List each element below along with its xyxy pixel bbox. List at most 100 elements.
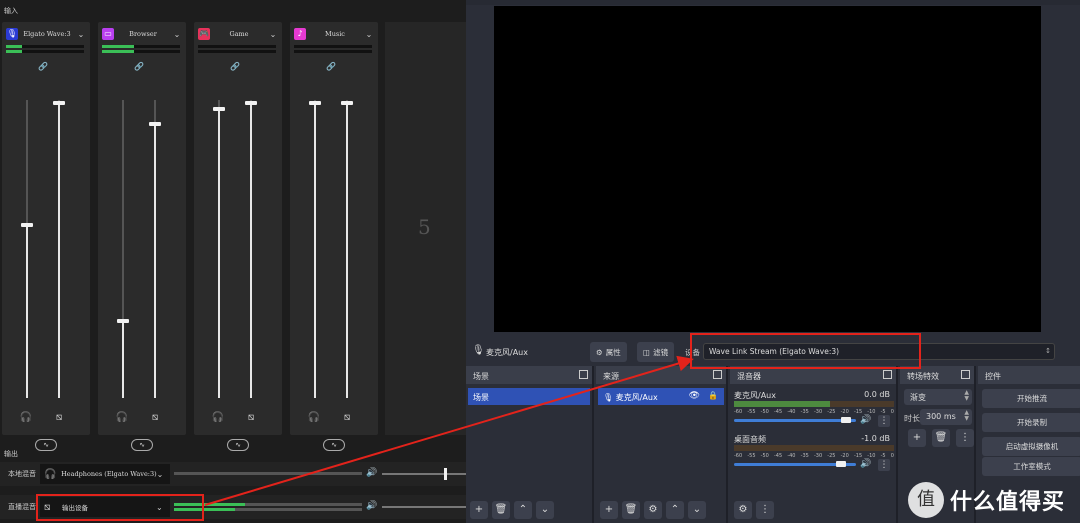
- output-volume-slider[interactable]: [382, 473, 466, 475]
- mixer-level-meter: [734, 401, 894, 407]
- start-streaming-button[interactable]: 开始推流: [982, 389, 1080, 408]
- stream-mix-fader[interactable]: [58, 100, 60, 398]
- start-recording-button[interactable]: 开始录制: [982, 413, 1080, 432]
- chevron-down-icon[interactable]: ⌄: [268, 30, 278, 39]
- chevron-down-icon[interactable]: ⌄: [364, 30, 374, 39]
- scenes-toolbar: + 🗑 ⌃ ⌄: [466, 497, 592, 523]
- channel-name: Elgato Wave:3: [23, 30, 71, 38]
- waveform-icon[interactable]: ∿: [323, 439, 345, 451]
- filters-button[interactable]: ◫ 滤镜: [637, 342, 675, 362]
- mixer-volume-slider[interactable]: [734, 419, 856, 422]
- more-icon[interactable]: ⋮: [878, 415, 890, 427]
- chevron-down-icon[interactable]: ⌄: [688, 501, 706, 519]
- add-icon[interactable]: +: [600, 501, 618, 519]
- headphones-icon[interactable]: 🎧: [211, 411, 225, 425]
- broadcast-icon[interactable]: ⧅: [244, 411, 258, 425]
- headphones-icon[interactable]: 🎧: [115, 411, 129, 425]
- empty-slot-number: 5: [418, 215, 431, 239]
- add-icon[interactable]: +: [908, 429, 926, 447]
- speaker-icon[interactable]: 🔊: [860, 459, 871, 469]
- fader-knob[interactable]: [245, 100, 257, 105]
- channel-header[interactable]: ▭ Browser ⌄: [102, 27, 182, 41]
- mixer-volume-knob[interactable]: [836, 461, 847, 467]
- chevron-up-icon[interactable]: ⌃: [514, 501, 532, 519]
- chevron-down-icon[interactable]: ⌄: [536, 501, 554, 519]
- waveform-icon[interactable]: ∿: [227, 439, 249, 451]
- browser-icon: ▭: [102, 28, 114, 40]
- preview-canvas[interactable]: [494, 6, 1041, 332]
- mixer-dock: 混音器 麦克风/Aux 0.0 dB -60 -55 -50 -45 -40 -35 -30…: [730, 366, 898, 523]
- popout-icon[interactable]: [961, 370, 970, 379]
- virtual-camera-button[interactable]: 启动虚拟摄像机: [982, 437, 1080, 456]
- broadcast-icon[interactable]: ⧅: [340, 411, 354, 425]
- link-icon[interactable]: 🔗: [133, 62, 145, 71]
- speaker-icon[interactable]: 🔊: [860, 415, 871, 425]
- output-volume-slider[interactable]: [382, 506, 466, 508]
- link-icon[interactable]: 🔗: [325, 62, 337, 71]
- mixer-volume-knob[interactable]: [841, 417, 852, 423]
- channel-header[interactable]: ♪ Music ⌄: [294, 27, 374, 41]
- more-icon[interactable]: ⋮: [956, 429, 974, 447]
- link-icon[interactable]: 🔗: [37, 62, 49, 71]
- add-icon[interactable]: +: [470, 501, 488, 519]
- output-volume-knob[interactable]: [444, 468, 447, 480]
- mixer-level-meter: [734, 445, 894, 451]
- stream-mix-fader[interactable]: [346, 100, 348, 398]
- settings-icon[interactable]: ⚙: [734, 501, 752, 519]
- chevron-down-icon[interactable]: ⌄: [76, 30, 86, 39]
- headphones-icon[interactable]: 🎧: [19, 411, 33, 425]
- popout-icon[interactable]: [883, 370, 892, 379]
- trash-icon[interactable]: 🗑: [492, 501, 510, 519]
- fader-knob[interactable]: [341, 100, 353, 105]
- fader-knob[interactable]: [149, 121, 161, 126]
- more-icon[interactable]: ⋮: [878, 459, 890, 471]
- monitor-mix-fader[interactable]: [314, 100, 316, 398]
- channel-header[interactable]: 🎙 Elgato Wave:3 ⌄: [6, 27, 86, 41]
- chevron-up-icon[interactable]: ⌃: [666, 501, 684, 519]
- monitor-mix-fader[interactable]: [26, 100, 28, 398]
- speaker-icon[interactable]: 🔊: [366, 501, 377, 511]
- lock-icon[interactable]: 🔒: [708, 391, 718, 400]
- monitor-mix-fader[interactable]: [122, 100, 124, 398]
- properties-button[interactable]: ⚙ 属性: [590, 342, 627, 362]
- fader-knob[interactable]: [213, 106, 225, 111]
- broadcast-icon[interactable]: ⧅: [148, 411, 162, 425]
- speaker-icon[interactable]: 🔊: [366, 468, 377, 478]
- waveform-icon[interactable]: ∿: [131, 439, 153, 451]
- more-icon[interactable]: ⋮: [756, 501, 774, 519]
- screenshot: 输入 🎙 Elgato Wave:3 ⌄ 🔗 🎧 ⧅ ∿ ▭ Browser ⌄ 🔗…: [0, 0, 1080, 523]
- output-level-meter: [174, 472, 362, 475]
- duration-input[interactable]: 300 ms ▲ ▼: [920, 409, 972, 425]
- fader-knob[interactable]: [309, 100, 321, 105]
- stream-mix-fader[interactable]: [154, 100, 156, 398]
- fader-knob[interactable]: [53, 100, 65, 105]
- db-tick: -25: [827, 409, 836, 415]
- trash-icon[interactable]: 🗑: [932, 429, 950, 447]
- gear-icon[interactable]: ⚙: [644, 501, 662, 519]
- fader-knob[interactable]: [21, 223, 33, 228]
- channel-header[interactable]: 🎮 Game ⌄: [198, 27, 278, 41]
- popout-icon[interactable]: [713, 370, 722, 379]
- source-item[interactable]: 🎙 麦克风/Aux 👁 🔒: [598, 388, 724, 405]
- link-icon[interactable]: 🔗: [229, 62, 241, 71]
- scenes-title: 场景: [473, 372, 489, 381]
- output-device-select[interactable]: 🎧 Headphones (Elgato Wave:3) ⌄: [40, 464, 170, 484]
- channel-level-meter-2: [102, 50, 180, 53]
- menu-bar[interactable]: [466, 0, 1080, 5]
- transition-select[interactable]: 渐变 ▲ ▼: [904, 389, 972, 405]
- chevron-down-icon[interactable]: ⌄: [172, 30, 182, 39]
- stream-mix-fader[interactable]: [250, 100, 252, 398]
- popout-icon[interactable]: [579, 370, 588, 379]
- db-tick: 0: [890, 409, 894, 415]
- headphones-icon[interactable]: 🎧: [307, 411, 321, 425]
- scene-item[interactable]: 场景: [468, 388, 590, 405]
- studio-mode-button[interactable]: 工作室模式: [982, 457, 1080, 476]
- waveform-icon[interactable]: ∿: [35, 439, 57, 451]
- fader-knob[interactable]: [117, 318, 129, 323]
- trash-icon[interactable]: 🗑: [622, 501, 640, 519]
- broadcast-icon[interactable]: ⧅: [52, 411, 66, 425]
- eye-icon[interactable]: 👁: [689, 391, 700, 401]
- monitor-mix-fader[interactable]: [218, 100, 220, 398]
- db-tick: -30: [813, 409, 823, 415]
- db-tick: -45: [773, 453, 783, 459]
